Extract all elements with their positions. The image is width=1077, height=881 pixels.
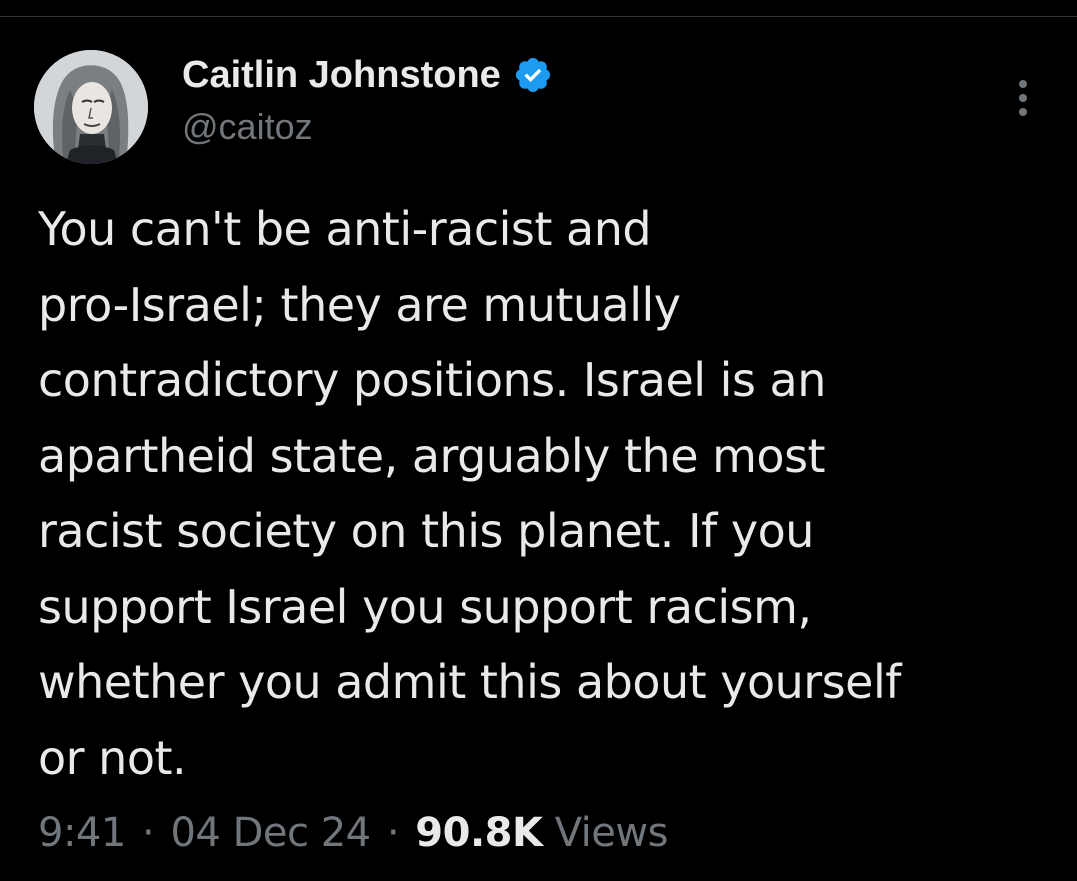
top-divider — [0, 16, 1077, 17]
tweet-meta: 9:41 · 04 Dec 24 · 90.8K Views — [38, 810, 668, 856]
views-count[interactable]: 90.8K — [415, 810, 543, 856]
avatar[interactable] — [34, 50, 148, 164]
meta-separator: · — [386, 810, 400, 856]
avatar-portrait-icon — [34, 50, 148, 164]
author-header: Caitlin Johnstone @caitoz — [182, 52, 553, 148]
tweet-text: You can't be anti-racist and pro-Israel;… — [38, 202, 901, 785]
views-label[interactable]: Views — [555, 810, 669, 856]
display-name[interactable]: Caitlin Johnstone — [182, 54, 501, 97]
more-options-icon[interactable] — [1010, 78, 1036, 118]
verified-badge-icon[interactable] — [513, 55, 553, 95]
handle[interactable]: @caitoz — [182, 106, 553, 148]
meta-separator: · — [142, 810, 155, 856]
tweet-date[interactable]: 04 Dec 24 — [170, 810, 371, 856]
name-row: Caitlin Johnstone — [182, 52, 553, 98]
tweet-time[interactable]: 9:41 — [38, 810, 126, 856]
